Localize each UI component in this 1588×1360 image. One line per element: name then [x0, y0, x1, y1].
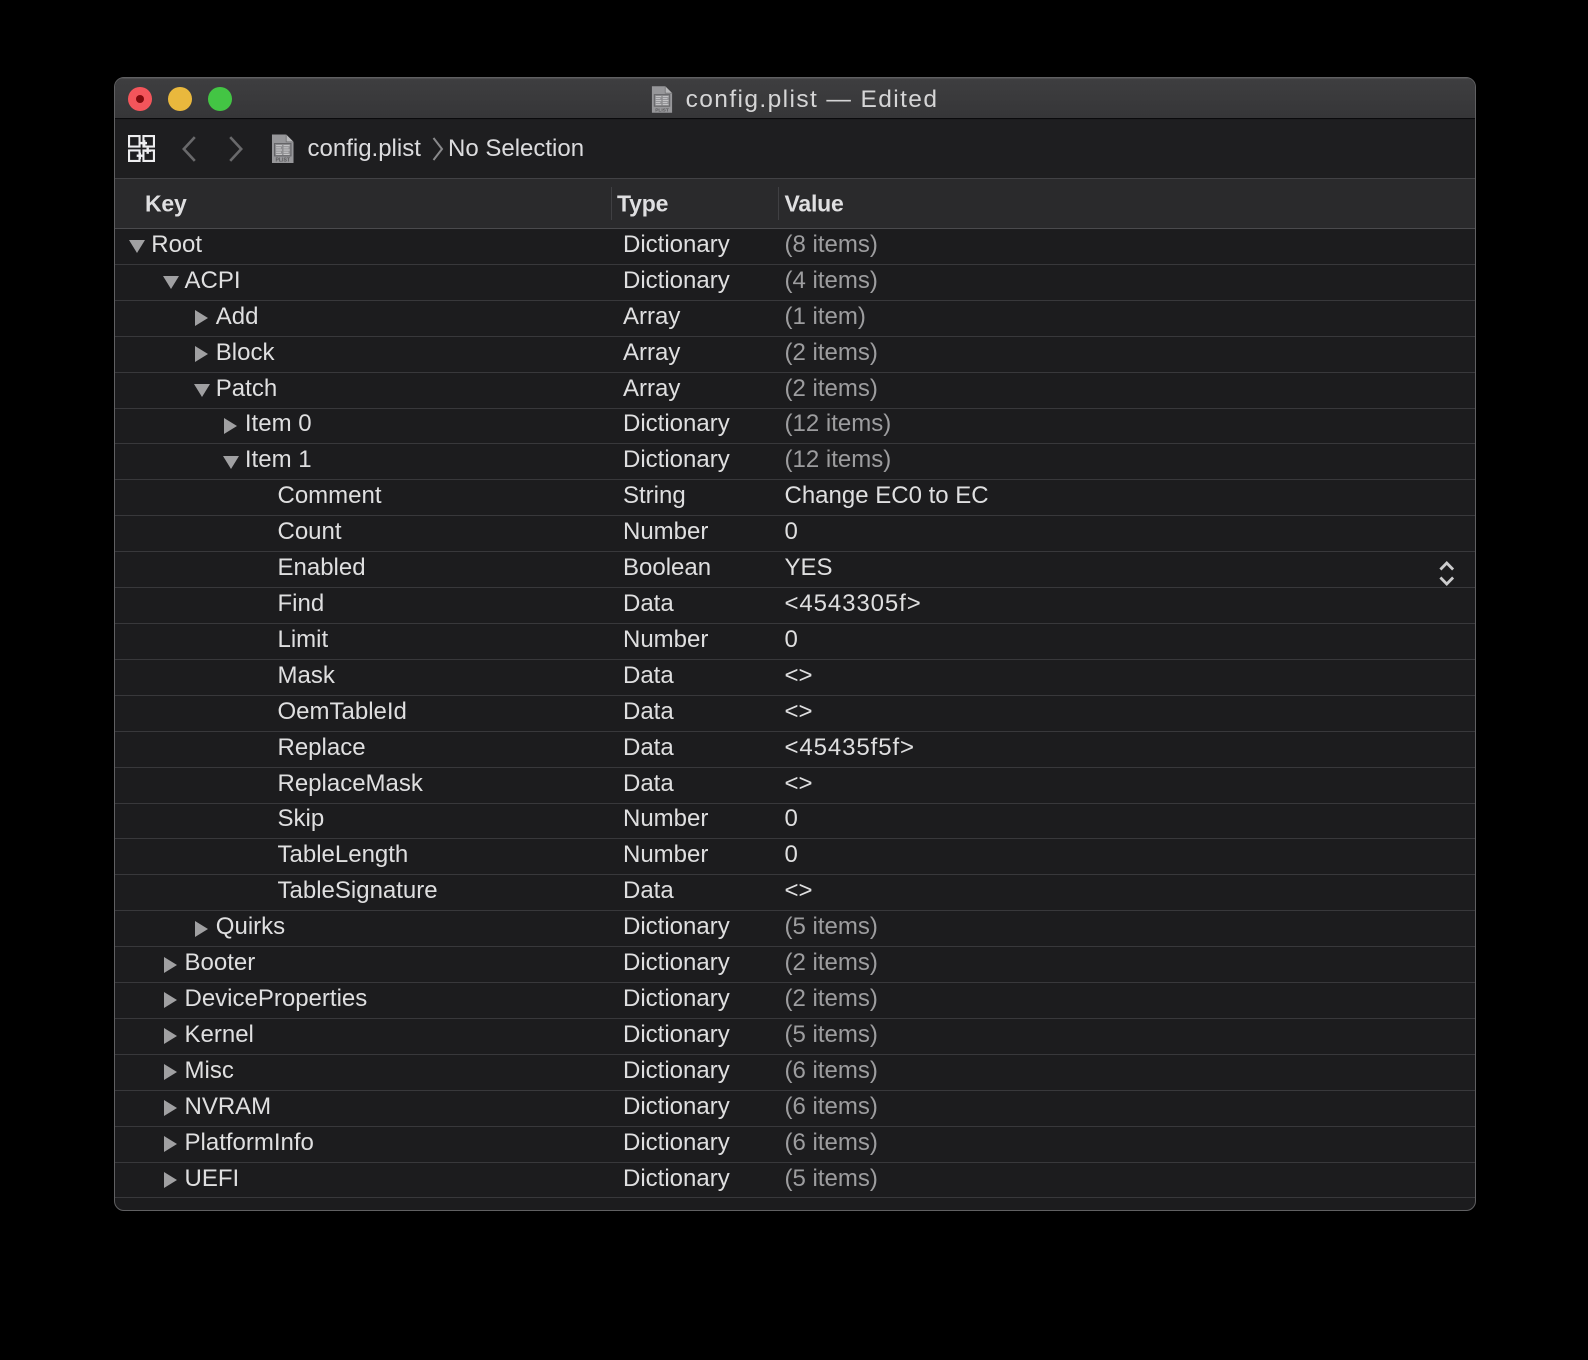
svg-text:PLIST: PLIST [275, 158, 290, 164]
svg-text:PLIST: PLIST [655, 107, 669, 113]
